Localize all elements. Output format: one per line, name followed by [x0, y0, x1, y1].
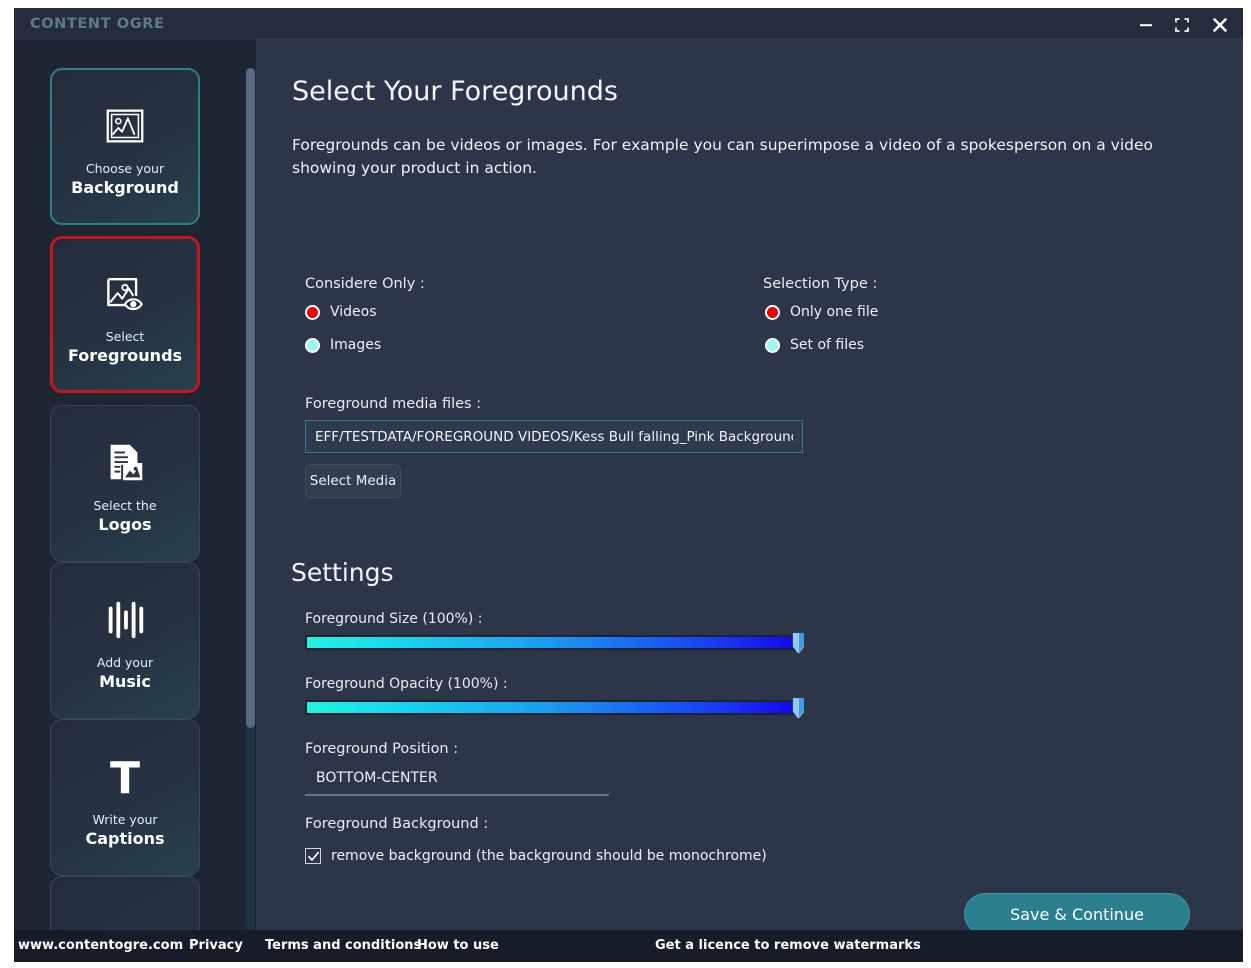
audio-wave-icon: [101, 591, 149, 649]
radio-set-of-files-label: Set of files: [790, 337, 864, 353]
sidebar-item-captions[interactable]: T Write your Captions: [50, 719, 200, 876]
radio-set-of-files-indicator: [765, 337, 780, 353]
sidebar-item-sublabel: Add your: [96, 654, 154, 670]
sidebar: Choose your Background Select Foreground…: [14, 40, 256, 930]
sidebar-item-sublabel: Select the: [93, 497, 157, 513]
main-panel: Select Your Foregrounds Foregrounds can …: [256, 38, 1243, 930]
radio-videos-indicator: [305, 304, 320, 320]
radio-images-indicator: [305, 337, 320, 353]
foreground-background-label: Foreground Background :: [305, 816, 489, 832]
sidebar-scrollbar-track[interactable]: [246, 68, 255, 930]
image-eye-icon: [101, 265, 149, 323]
sidebar-item-background[interactable]: Choose your Background: [50, 68, 200, 225]
maximize-icon: [1175, 18, 1189, 32]
maximize-button[interactable]: [1167, 14, 1197, 36]
remove-background-checkbox[interactable]: remove background (the background should…: [305, 848, 767, 864]
considere-only-label: Considere Only :: [305, 276, 425, 292]
app-title: CONTENT OGRE: [30, 16, 165, 32]
sidebar-item-label: Music: [99, 671, 151, 691]
foreground-opacity-slider[interactable]: [305, 697, 805, 719]
checkmark-icon: [307, 851, 319, 861]
window-frame-top: [0, 0, 1251, 8]
image-mountain-icon: [102, 97, 148, 155]
page-title: Select Your Foregrounds: [292, 76, 618, 107]
footer-bar: www.contentogre.com Privacy Terms and co…: [14, 930, 1243, 962]
foreground-media-input[interactable]: [305, 420, 803, 453]
foreground-size-label: Foreground Size (100%) :: [305, 611, 483, 627]
title-bar: CONTENT OGRE: [14, 8, 1243, 40]
radio-set-of-files[interactable]: Set of files: [765, 337, 864, 353]
application-window: CONTENT OGRE Choose your Background Sele…: [0, 0, 1251, 968]
remove-background-label: remove background (the background should…: [331, 848, 767, 864]
minimize-icon: [1140, 24, 1152, 27]
page-description: Foregrounds can be videos or images. For…: [292, 136, 1154, 177]
minimize-button[interactable]: [1131, 14, 1161, 36]
sidebar-item-logos[interactable]: Select the Logos: [50, 405, 200, 562]
footer-link-licence[interactable]: Get a licence to remove watermarks: [655, 938, 921, 953]
footer-link-privacy[interactable]: Privacy: [189, 938, 243, 953]
foreground-size-slider[interactable]: [305, 632, 805, 654]
radio-only-one-file[interactable]: Only one file: [765, 304, 878, 320]
sidebar-item-foregrounds[interactable]: Select Foregrounds: [50, 236, 200, 393]
svg-text:T: T: [110, 753, 140, 801]
window-frame-left: [0, 0, 14, 968]
radio-only-one-file-label: Only one file: [790, 304, 879, 320]
foreground-opacity-slider-handle[interactable]: [792, 697, 805, 719]
sidebar-item-label: Logos: [98, 514, 152, 534]
sidebar-item-music[interactable]: Add your Music: [50, 562, 200, 719]
selection-type-label: Selection Type :: [763, 276, 878, 292]
radio-only-one-file-indicator: [765, 304, 780, 320]
sidebar-item-label: Background: [71, 177, 179, 197]
save-and-continue-button[interactable]: Save & Continue: [964, 893, 1190, 930]
close-icon: [1213, 18, 1227, 32]
radio-videos[interactable]: Videos: [305, 304, 377, 320]
foreground-size-slider-track: [305, 635, 798, 650]
foreground-position-label: Foreground Position :: [305, 741, 459, 757]
footer-link-website[interactable]: www.contentogre.com: [18, 938, 183, 953]
sidebar-item-label: Foregrounds: [67, 345, 183, 365]
sidebar-item-sublabel: Write your: [92, 811, 158, 827]
checkbox-box: [305, 848, 321, 864]
foreground-media-label: Foreground media files :: [305, 396, 482, 412]
footer-link-terms[interactable]: Terms and conditions: [265, 938, 421, 953]
radio-videos-label: Videos: [330, 304, 377, 320]
foreground-opacity-label: Foreground Opacity (100%) :: [305, 676, 508, 692]
sidebar-scrollbar-thumb[interactable]: [246, 68, 255, 728]
radio-images[interactable]: Images: [305, 337, 381, 353]
footer-link-how-to-use[interactable]: How to use: [417, 938, 499, 953]
close-button[interactable]: [1205, 14, 1235, 36]
sidebar-item-label: Captions: [85, 828, 165, 848]
text-t-icon: T: [101, 748, 149, 806]
settings-title: Settings: [291, 558, 394, 587]
foreground-size-slider-handle[interactable]: [792, 632, 805, 654]
radio-images-label: Images: [330, 337, 382, 353]
window-frame-bottom: [0, 962, 1251, 968]
foreground-position-combobox[interactable]: BOTTOM-CENTER: [305, 764, 609, 796]
sidebar-item-sublabel: Choose your: [85, 160, 165, 176]
foreground-opacity-slider-track: [305, 700, 798, 715]
sidebar-item-video[interactable]: [50, 876, 200, 930]
select-media-button[interactable]: Select Media: [305, 464, 401, 498]
document-image-icon: [102, 434, 148, 492]
window-frame-right: [1243, 0, 1251, 968]
sidebar-item-sublabel: Select: [105, 328, 145, 344]
